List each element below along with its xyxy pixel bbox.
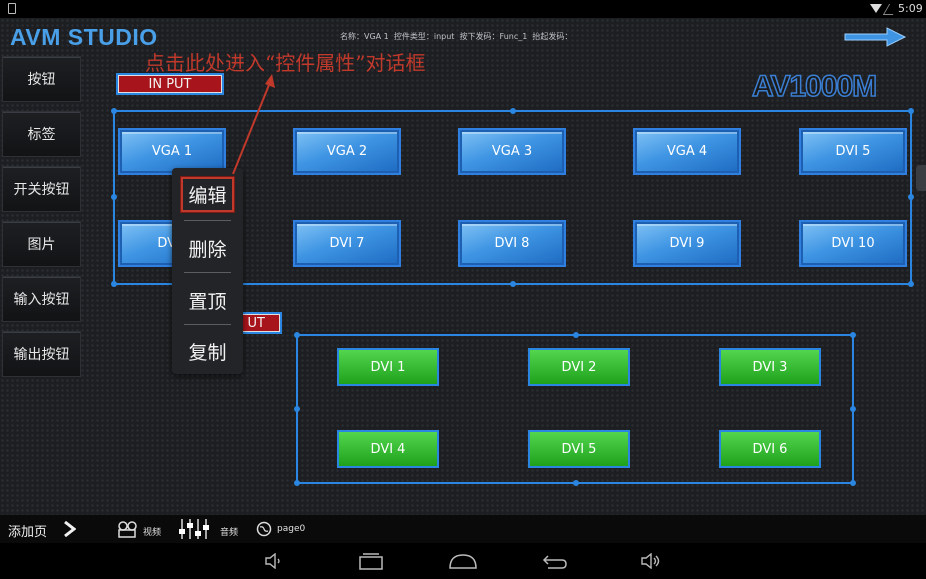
device-model-label[interactable]: AV1000M — [751, 69, 878, 104]
resize-handle[interactable] — [294, 406, 300, 412]
home-icon[interactable] — [448, 553, 478, 569]
sidebar-item-label: 按钮 — [27, 72, 56, 88]
menu-item-edit[interactable]: 编辑 — [172, 176, 243, 212]
output-button-dvi3[interactable]: DVI 3 — [719, 348, 821, 386]
output-button-dvi4[interactable]: DVI 4 — [337, 430, 439, 468]
next-arrow-icon[interactable] — [843, 27, 907, 47]
resize-handle[interactable] — [908, 281, 914, 287]
resize-handle[interactable] — [111, 281, 117, 287]
back-icon[interactable] — [542, 553, 568, 569]
bottom-toolbar: 添加页 视频 音频 page0 — [0, 515, 926, 543]
input-button-dvi8[interactable]: DVI 8 — [458, 220, 566, 267]
sidebar-item-label: 输入按钮 — [13, 292, 70, 308]
input-button-dvi9[interactable]: DVI 9 — [633, 220, 741, 267]
resize-handle[interactable] — [573, 480, 579, 486]
input-button-vga4[interactable]: VGA 4 — [633, 128, 741, 175]
sidebar-item-image[interactable]: 图片 — [2, 221, 81, 267]
resize-handle[interactable] — [510, 281, 516, 287]
volume-up-icon[interactable] — [640, 553, 662, 569]
resize-handle[interactable] — [908, 194, 914, 200]
menu-divider — [184, 324, 231, 325]
resize-handle[interactable] — [573, 332, 579, 338]
sidebar-item-label: 开关按钮 — [13, 182, 70, 198]
side-panel-handle-icon[interactable] — [916, 165, 926, 191]
output-button-dvi2[interactable]: DVI 2 — [528, 348, 630, 386]
resize-handle[interactable] — [111, 108, 117, 114]
resize-handle[interactable] — [294, 332, 300, 338]
clock: 5:09 — [898, 2, 923, 15]
output-button-dvi6[interactable]: DVI 6 — [719, 430, 821, 468]
video-label[interactable]: 视频 — [143, 525, 161, 538]
video-icon[interactable] — [116, 520, 140, 538]
system-nav-bar — [0, 543, 926, 579]
resize-handle[interactable] — [850, 332, 856, 338]
input-button-dvi7[interactable]: DVI 7 — [293, 220, 401, 267]
input-button-dvi10[interactable]: DVI 10 — [799, 220, 907, 267]
input-button-vga3[interactable]: VGA 3 — [458, 128, 566, 175]
output-button-dvi1[interactable]: DVI 1 — [337, 348, 439, 386]
sidebar-item-input-button[interactable]: 输入按钮 — [2, 276, 81, 322]
resize-handle[interactable] — [294, 480, 300, 486]
control-info-text: 名称：VGA 1 控件类型：input 按下发码：Func_1 抬起发码： — [340, 32, 573, 41]
audio-mixer-icon[interactable] — [178, 517, 216, 541]
sidebar-item-toggle-button[interactable]: 开关按钮 — [2, 166, 81, 212]
status-bar: 5:09 — [0, 0, 926, 18]
annotation-arrow-icon — [232, 74, 275, 175]
sidebar-item-label-control[interactable]: 标签 — [2, 111, 81, 157]
menu-divider — [184, 272, 231, 273]
globe-icon[interactable] — [256, 521, 272, 537]
output-label-text: UT — [247, 315, 265, 331]
resize-handle[interactable] — [850, 406, 856, 412]
app-logo: AVM STUDIO — [10, 24, 158, 50]
input-button-dvi5[interactable]: DVI 5 — [799, 128, 907, 175]
input-button-vga2[interactable]: VGA 2 — [293, 128, 401, 175]
output-button-dvi5[interactable]: DVI 5 — [528, 430, 630, 468]
resize-handle[interactable] — [111, 194, 117, 200]
menu-divider — [184, 220, 231, 221]
annotation-callout: 点击此处进入“控件属性”对话框 — [145, 51, 426, 75]
sidebar-item-label: 输出按钮 — [13, 347, 70, 363]
signal-icon — [882, 4, 900, 15]
resize-handle[interactable] — [850, 480, 856, 486]
recent-apps-icon[interactable] — [358, 553, 384, 571]
sidebar-item-label: 标签 — [27, 127, 56, 143]
input-button-vga1[interactable]: VGA 1 — [118, 128, 226, 175]
sidebar-item-label: 图片 — [27, 237, 56, 253]
menu-item-bring-to-front[interactable]: 置顶 — [172, 282, 243, 318]
audio-label[interactable]: 音频 — [220, 525, 238, 538]
sidebar-item-button[interactable]: 按钮 — [2, 56, 81, 102]
resize-handle[interactable] — [908, 108, 914, 114]
chevron-right-icon[interactable] — [62, 521, 76, 537]
sidebar-item-output-button[interactable]: 输出按钮 — [2, 331, 81, 377]
menu-item-delete[interactable]: 删除 — [172, 230, 243, 266]
add-page-label[interactable]: 添加页 — [8, 521, 47, 540]
menu-item-edit-label: 编辑 — [181, 176, 234, 212]
page-label[interactable]: page0 — [277, 524, 305, 534]
menu-item-copy[interactable]: 复制 — [172, 333, 243, 369]
notification-icon — [8, 3, 16, 14]
resize-handle[interactable] — [510, 108, 516, 114]
context-menu: 编辑 删除 置顶 复制 — [172, 168, 243, 374]
wifi-icon — [870, 4, 882, 13]
input-label-chip[interactable]: IN PUT — [116, 73, 224, 95]
volume-down-icon[interactable] — [264, 553, 284, 569]
